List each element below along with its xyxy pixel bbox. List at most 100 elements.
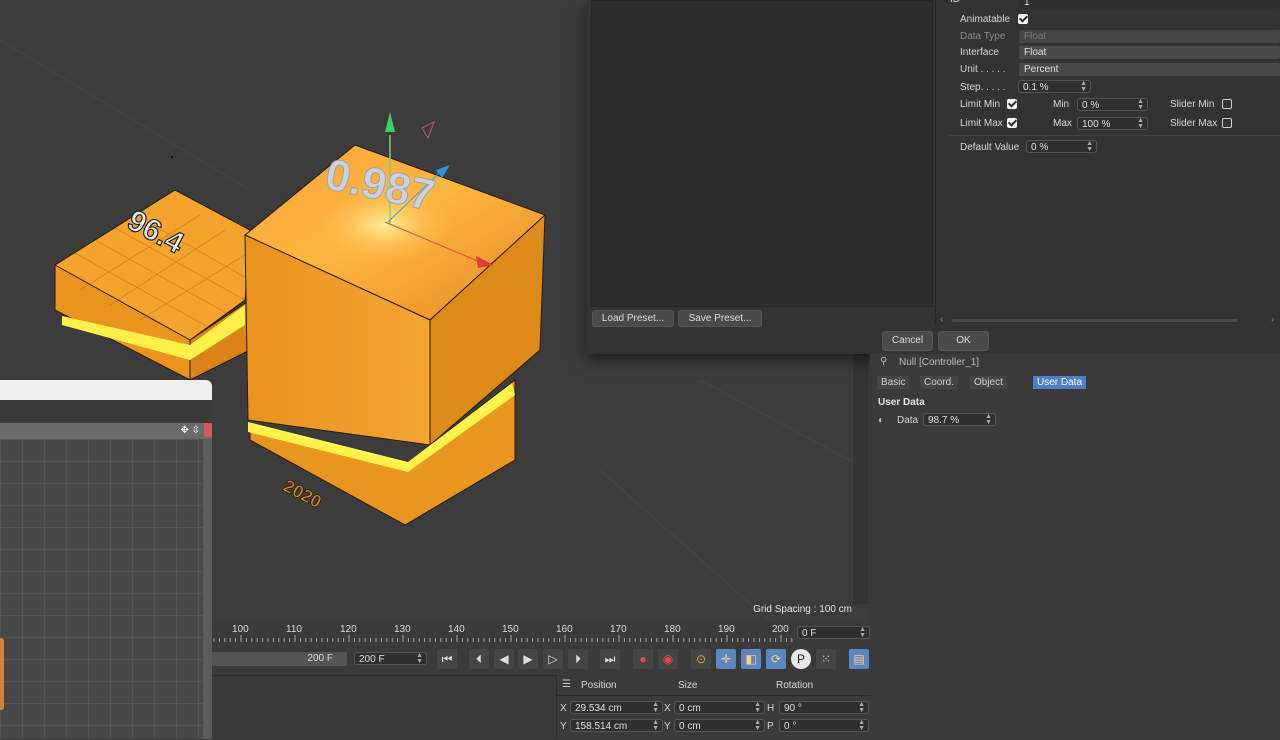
- spinner-arrows-icon[interactable]: ▲ ▼: [652, 701, 659, 714]
- material-manager-area[interactable]: [212, 675, 556, 740]
- key-pla-icon[interactable]: ⁙: [816, 649, 836, 669]
- panel-scrollbar[interactable]: [203, 439, 212, 739]
- id-field[interactable]: 1: [1019, 0, 1280, 9]
- spinner-arrows-icon[interactable]: ▲ ▼: [858, 719, 865, 732]
- default-value-spinner[interactable]: 0 % ▲ ▼: [1026, 140, 1097, 153]
- section-title: User Data: [878, 397, 925, 408]
- spinner-arrows-icon[interactable]: ▲ ▼: [985, 413, 992, 426]
- panel-side-tab[interactable]: [0, 638, 4, 710]
- key-position-icon[interactable]: ✛: [716, 649, 736, 669]
- position-x-field[interactable]: 29.534 cm ▲ ▼: [570, 701, 663, 714]
- animatable-label: Animatable: [960, 14, 1011, 25]
- spinner-arrows-icon[interactable]: ▲ ▼: [1137, 117, 1144, 130]
- frame-range-slider[interactable]: 200 F: [212, 652, 347, 666]
- menu-icon[interactable]: ☰: [562, 679, 571, 690]
- prev-key-icon[interactable]: ⏴: [469, 649, 489, 669]
- move-handle-icon[interactable]: ✥ ⇳: [180, 425, 200, 436]
- prev-frame-icon[interactable]: ◀: [494, 649, 514, 669]
- next-key-icon[interactable]: ⏵: [568, 649, 588, 669]
- interface-dropdown[interactable]: Float: [1019, 46, 1280, 59]
- animation-key-icon[interactable]: ◐: [878, 415, 884, 426]
- ok-button[interactable]: OK: [938, 331, 989, 351]
- min-value: 0 %: [1082, 100, 1100, 111]
- timeline-ruler[interactable]: 100 110 120 130 140 150 160 170 180 190 200 0 F ▲ ▼: [212, 621, 870, 645]
- tab-user-data[interactable]: User Data: [1033, 376, 1087, 389]
- keyframe-selection-icon[interactable]: ⊙: [691, 649, 711, 669]
- end-frame-label: 200 F: [307, 653, 333, 664]
- tab-coord[interactable]: Coord.: [920, 376, 959, 389]
- unit-dropdown[interactable]: Percent: [1019, 63, 1280, 76]
- pos-axis-x: X: [560, 703, 567, 714]
- next-frame-icon[interactable]: ▷: [543, 649, 563, 669]
- spinner-arrows-icon[interactable]: ▲ ▼: [1137, 98, 1144, 111]
- size-header: Size: [678, 680, 698, 691]
- cancel-button[interactable]: Cancel: [882, 331, 933, 351]
- interface-label: Interface: [960, 47, 999, 58]
- spinner-arrows-icon[interactable]: ▲ ▼: [859, 626, 866, 639]
- rotation-p-field[interactable]: 0 ° ▲ ▼: [779, 719, 869, 732]
- goto-start-icon[interactable]: ⏮: [437, 649, 457, 669]
- panel-grid-area[interactable]: [0, 439, 203, 739]
- horizontal-scrollbar[interactable]: [952, 319, 1238, 322]
- position-y-field[interactable]: 158.514 cm ▲ ▼: [570, 719, 663, 732]
- end-frame-field[interactable]: 200 F ▲ ▼: [354, 652, 427, 665]
- timeline-tick-label: 160: [556, 624, 573, 635]
- play-icon[interactable]: ▶: [518, 649, 538, 669]
- key-rotation-icon[interactable]: ⟳: [766, 649, 786, 669]
- rotation-h-value: 90 °: [784, 703, 802, 714]
- transport-bar: 200 F 200 F ▲ ▼ ⏮ ⏴ ◀ ▶ ▷ ⏵ ⏭ ● ◉ ⊙ ✛ ◧ ⟳ …: [212, 645, 870, 675]
- timeline-window-icon[interactable]: ▤: [849, 649, 869, 669]
- goto-end-icon[interactable]: ⏭: [600, 649, 620, 669]
- spinner-arrows-icon[interactable]: ▲ ▼: [754, 701, 761, 714]
- coordinate-header: ☰ Position Size Rotation: [557, 675, 871, 696]
- step-spinner[interactable]: 0.1 % ▲ ▼: [1018, 80, 1091, 93]
- close-indicator[interactable]: [204, 423, 212, 437]
- data-spinner[interactable]: 98.7 % ▲ ▼: [923, 413, 996, 426]
- scroll-left-icon[interactable]: ‹: [940, 314, 943, 325]
- panel-titlebar[interactable]: [0, 380, 212, 400]
- timeline-tick-label: 140: [448, 624, 465, 635]
- userdata-tree-list[interactable]: [591, 0, 933, 307]
- timeline-tick-label: 130: [394, 624, 411, 635]
- tab-basic[interactable]: Basic: [877, 376, 910, 389]
- limit-max-label: Limit Max: [960, 118, 1003, 129]
- scroll-right-icon[interactable]: ›: [1271, 314, 1274, 325]
- current-frame-value: 0 F: [802, 628, 817, 639]
- key-parameter-icon[interactable]: P: [791, 649, 811, 669]
- data-label: Data: [897, 415, 919, 426]
- slider-max-checkbox[interactable]: [1222, 118, 1232, 128]
- slider-min-label: Slider Min: [1170, 99, 1215, 110]
- slider-min-checkbox[interactable]: [1222, 99, 1232, 109]
- autokey-icon[interactable]: ◉: [658, 649, 678, 669]
- timeline-tick-label: 100: [232, 624, 249, 635]
- spinner-arrows-icon[interactable]: ▲ ▼: [754, 719, 761, 732]
- current-frame-field[interactable]: 0 F ▲ ▼: [797, 626, 870, 639]
- rotation-h-field[interactable]: 90 ° ▲ ▼: [779, 701, 869, 714]
- rotation-header: Rotation: [776, 680, 814, 691]
- load-preset-button[interactable]: Load Preset...: [592, 310, 674, 327]
- spinner-arrows-icon[interactable]: ▲ ▼: [1080, 80, 1087, 93]
- size-x-field[interactable]: 0 cm ▲ ▼: [674, 701, 765, 714]
- spinner-arrows-icon[interactable]: ▲ ▼: [858, 701, 865, 714]
- save-preset-button[interactable]: Save Preset...: [678, 310, 762, 327]
- pos-axis-y: Y: [560, 721, 567, 732]
- null-object-icon: ⚲: [880, 356, 888, 367]
- record-icon[interactable]: ●: [633, 649, 653, 669]
- timeline-tick-label: 200: [772, 624, 789, 635]
- limit-max-checkbox[interactable]: [1007, 118, 1017, 128]
- size-y-field[interactable]: 0 cm ▲ ▼: [674, 719, 765, 732]
- max-spinner[interactable]: 100 % ▲ ▼: [1077, 117, 1148, 130]
- timeline-tick-label: 190: [718, 624, 735, 635]
- min-spinner[interactable]: 0 % ▲ ▼: [1077, 98, 1148, 111]
- separator: [949, 135, 1280, 136]
- spinner-arrows-icon[interactable]: ▲ ▼: [652, 719, 659, 732]
- limit-min-checkbox[interactable]: [1007, 99, 1017, 109]
- spinner-arrows-icon[interactable]: ▲ ▼: [416, 652, 423, 665]
- data-type-label: Data Type: [960, 31, 1006, 42]
- position-y-value: 158.514 cm: [575, 721, 628, 732]
- tab-object[interactable]: Object: [970, 376, 1007, 389]
- key-scale-icon[interactable]: ◧: [741, 649, 761, 669]
- timeline-tick-label: 110: [286, 624, 302, 635]
- animatable-checkbox[interactable]: [1018, 14, 1028, 24]
- spinner-arrows-icon[interactable]: ▲ ▼: [1086, 140, 1093, 153]
